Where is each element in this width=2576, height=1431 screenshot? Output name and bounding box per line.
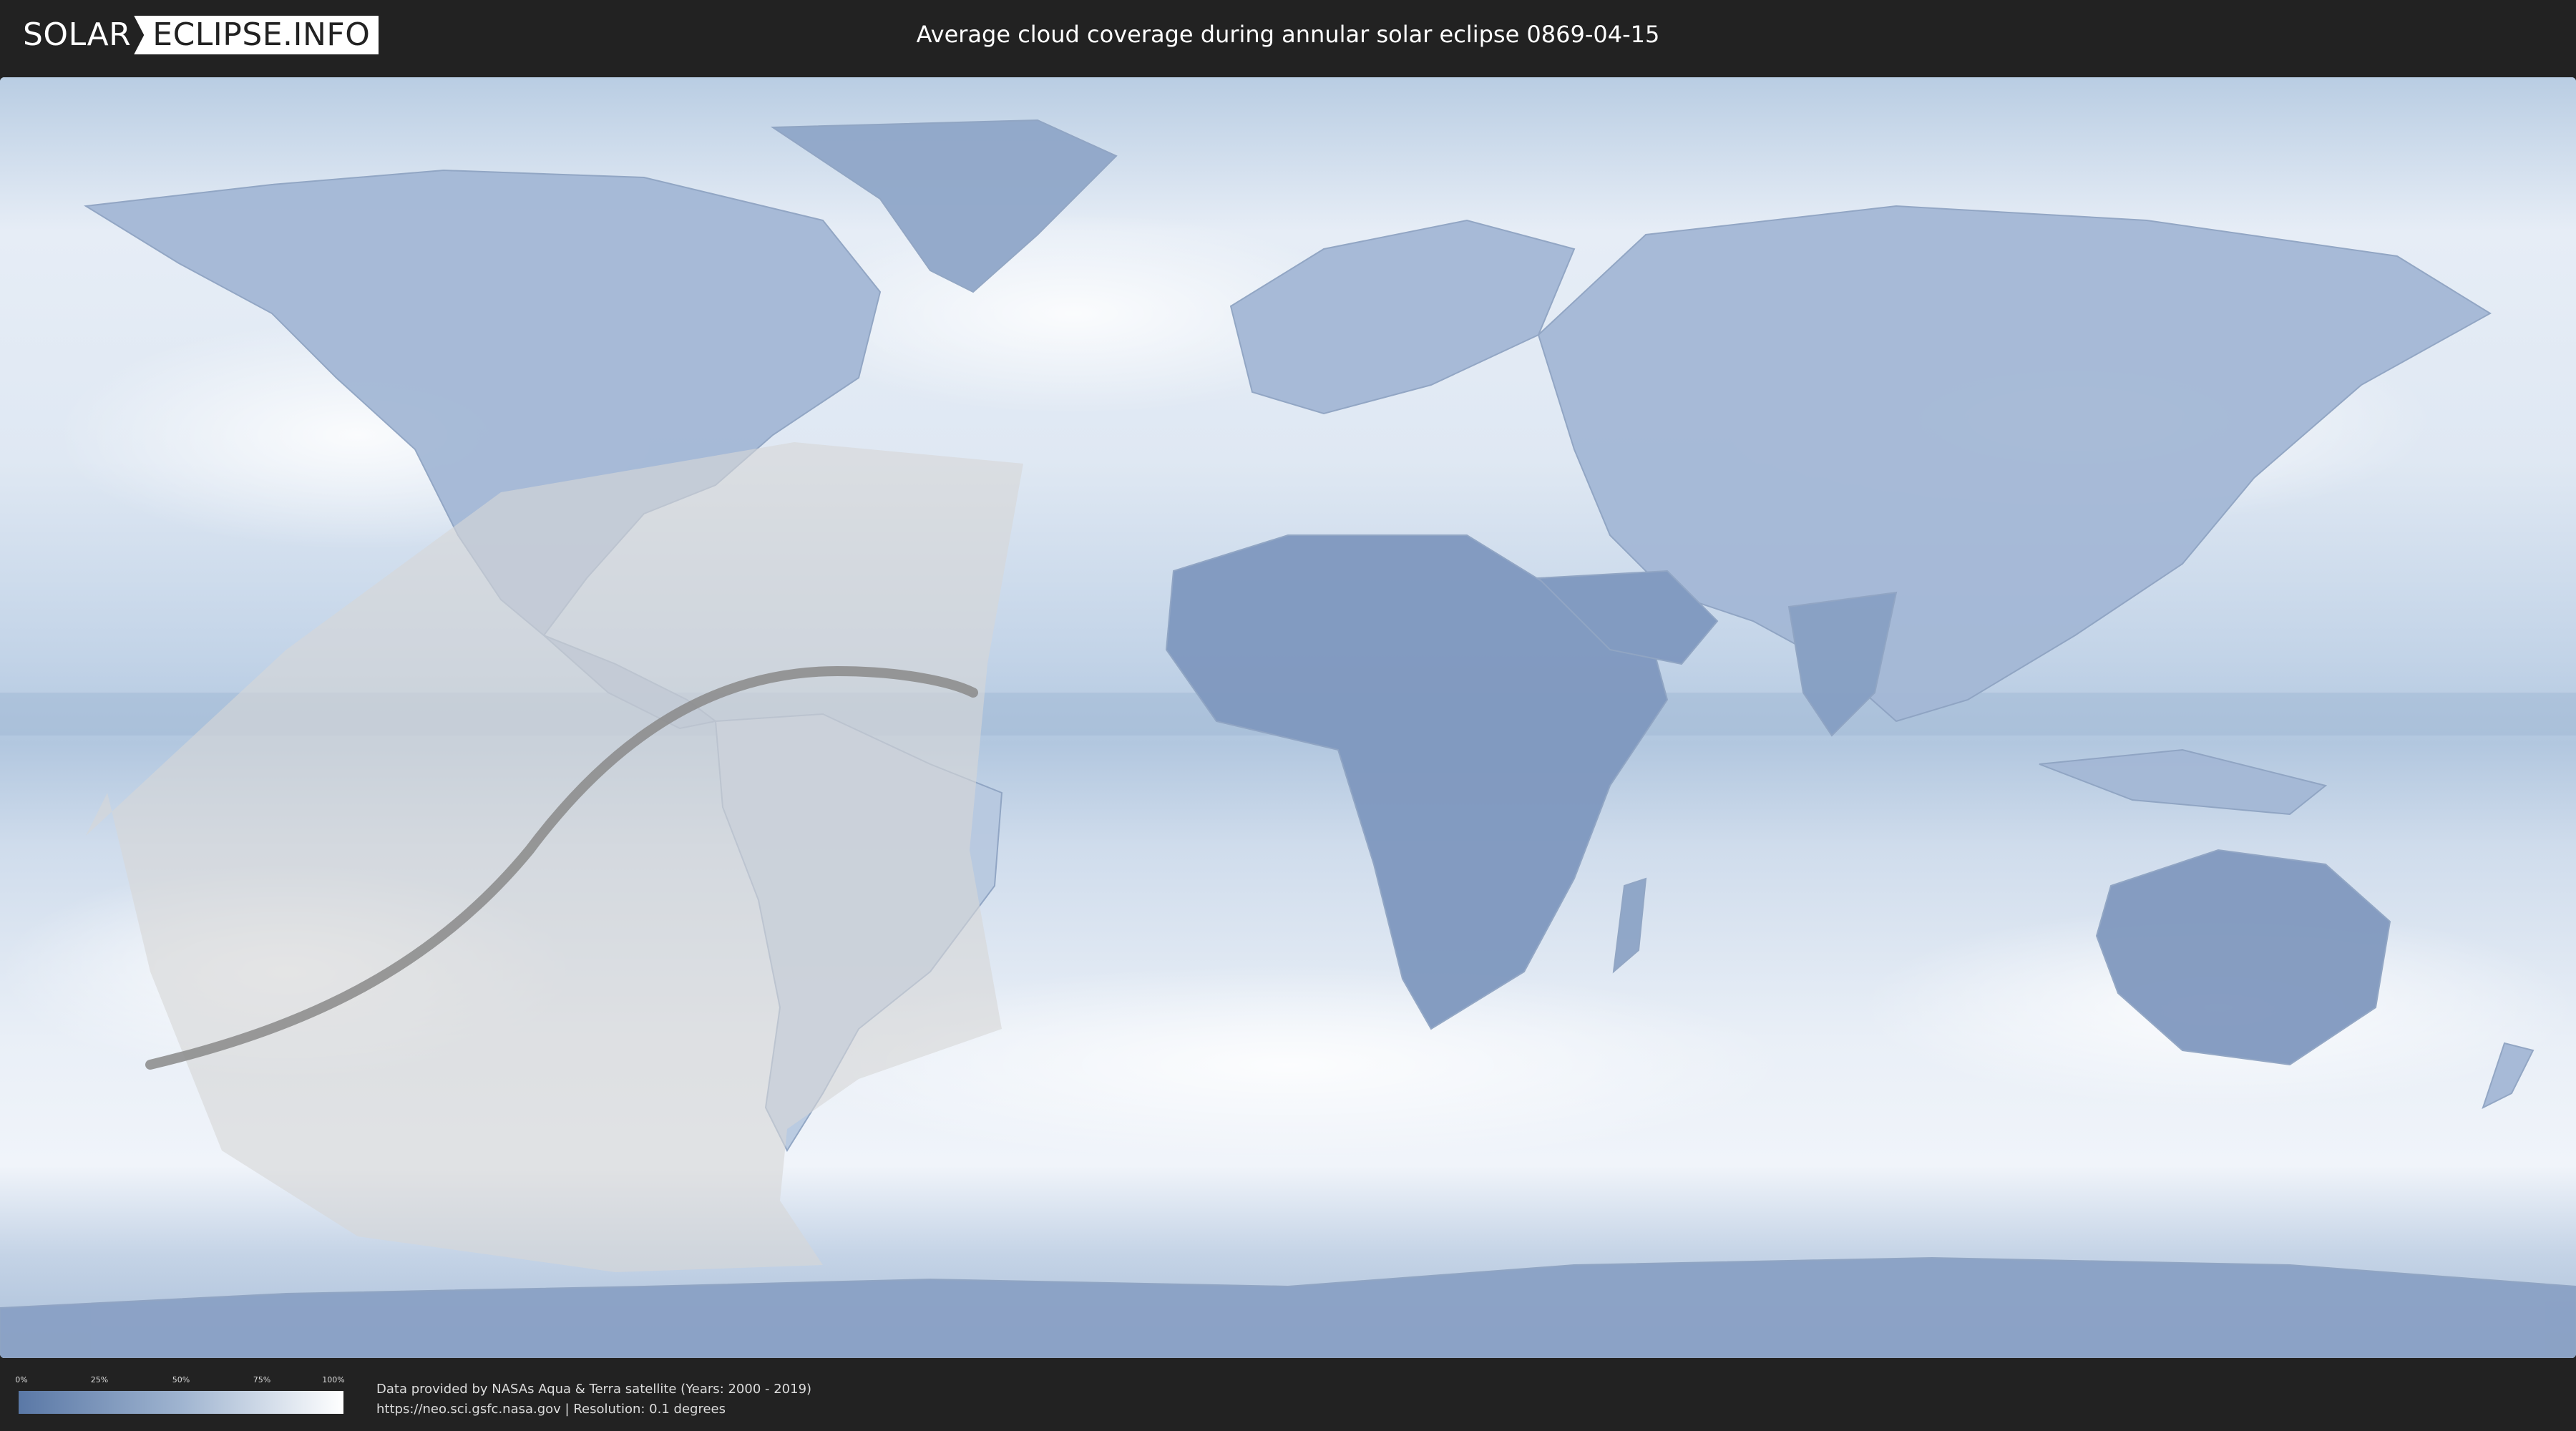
credits-line-1: Data provided by NASAs Aqua & Terra sate…: [376, 1382, 812, 1397]
page-title: Average cloud coverage during annular so…: [916, 21, 1660, 48]
legend-ticks: 0% 25% 50% 75% 100%: [15, 1375, 345, 1387]
legend-tick-25: 25%: [90, 1375, 109, 1384]
legend-tick-75: 75%: [253, 1375, 271, 1384]
world-map-icon: [0, 77, 2576, 1358]
legend-tick-50: 50%: [172, 1375, 190, 1384]
header-bar: SOLAR ECLIPSE.INFO Average cloud coverag…: [0, 0, 2576, 72]
credits-line-2: https://neo.sci.gsfc.nasa.gov | Resoluti…: [376, 1402, 726, 1417]
cloud-coverage-legend: 0% 25% 50% 75% 100%: [15, 1375, 345, 1415]
legend-tick-100: 100%: [322, 1375, 345, 1384]
data-credits: Data provided by NASAs Aqua & Terra sate…: [376, 1379, 811, 1420]
legend-color-bar: [19, 1391, 343, 1414]
cloud-coverage-map: [0, 77, 2576, 1358]
legend-tick-0: 0%: [15, 1375, 28, 1384]
